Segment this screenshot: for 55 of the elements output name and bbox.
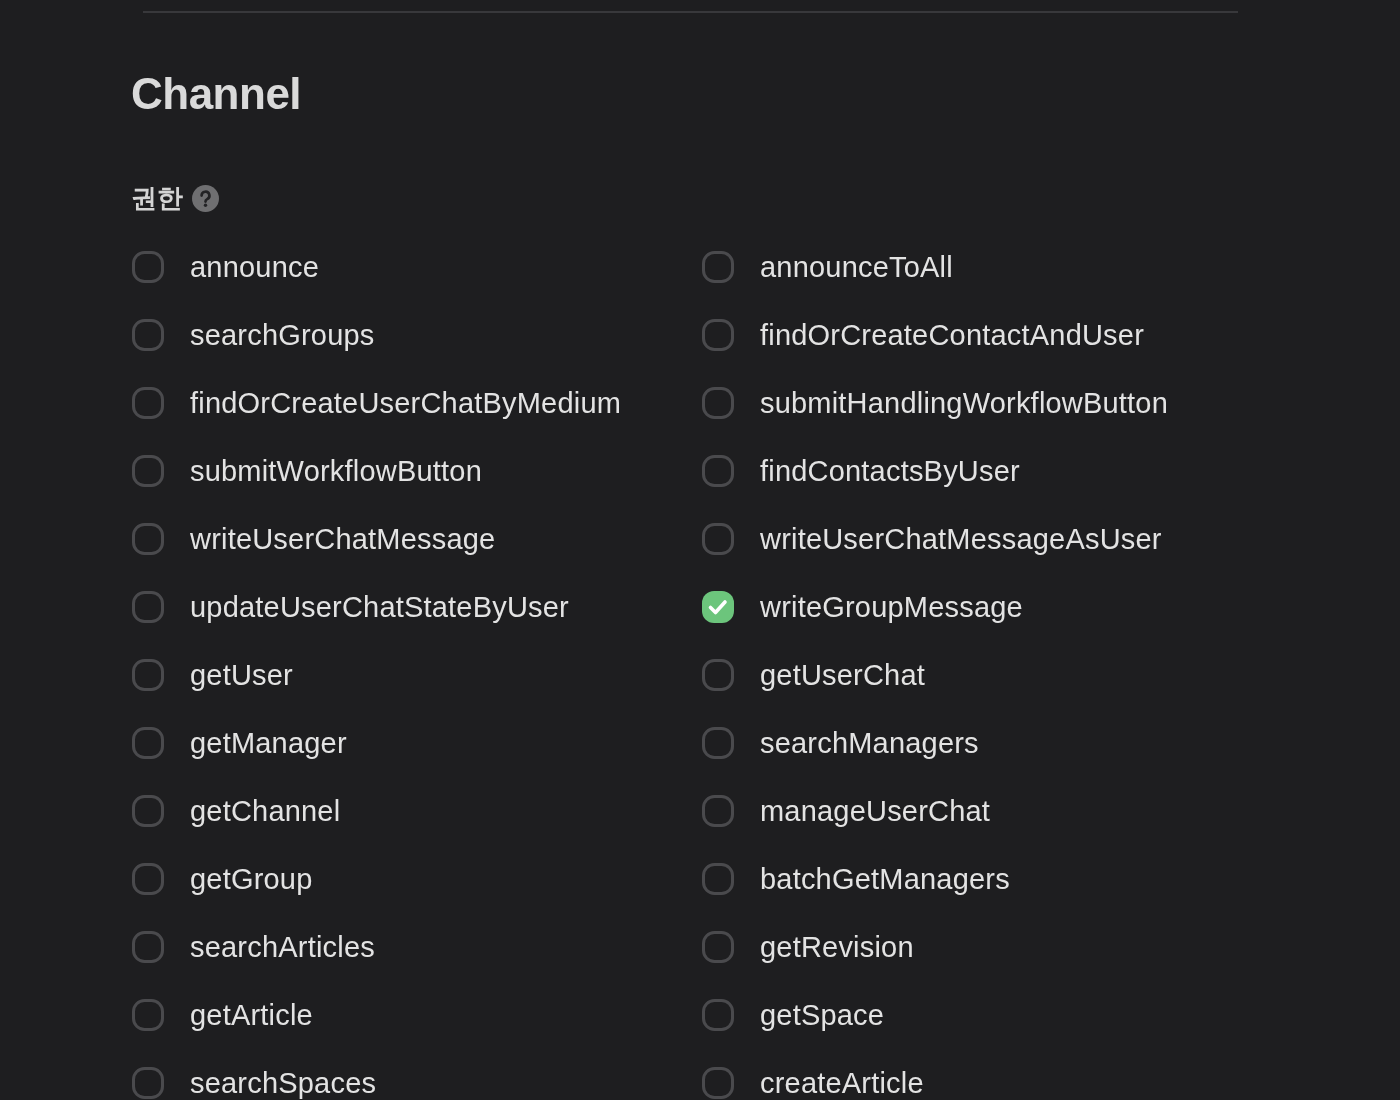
permission-label: getChannel	[190, 794, 341, 828]
permission-label: writeGroupMessage	[760, 590, 1023, 624]
permission-label: searchSpaces	[190, 1066, 377, 1100]
permission-label: writeUserChatMessageAsUser	[760, 522, 1162, 556]
checkbox[interactable]	[702, 931, 734, 963]
checkbox[interactable]	[702, 1067, 734, 1099]
permission-label: findContactsByUser	[760, 454, 1020, 488]
checkbox[interactable]	[702, 455, 734, 487]
permission-label: findOrCreateContactAndUser	[760, 318, 1144, 352]
permission-label: findOrCreateUserChatByMedium	[190, 386, 622, 420]
checkbox[interactable]	[132, 387, 164, 419]
permission-label: submitWorkflowButton	[190, 454, 482, 488]
checkbox[interactable]	[132, 795, 164, 827]
permission-label: getGroup	[190, 862, 313, 896]
checkbox[interactable]	[702, 523, 734, 555]
checkbox[interactable]	[702, 591, 734, 623]
permission-label: searchArticles	[190, 930, 375, 964]
checkbox[interactable]	[132, 659, 164, 691]
checkbox[interactable]	[702, 727, 734, 759]
permission-label: searchGroups	[190, 318, 375, 352]
permission-label: getUser	[190, 658, 293, 692]
permission-label: updateUserChatStateByUser	[190, 590, 569, 624]
checkbox[interactable]	[702, 795, 734, 827]
checkbox[interactable]	[132, 863, 164, 895]
permission-label: getUserChat	[760, 658, 925, 692]
checkbox[interactable]	[702, 863, 734, 895]
permission-label: createArticle	[760, 1066, 924, 1100]
permission-label: writeUserChatMessage	[190, 522, 496, 556]
permission-label: announce	[190, 250, 319, 284]
section-title: Channel	[131, 68, 302, 120]
checkbox[interactable]	[702, 387, 734, 419]
permission-label: announceToAll	[760, 250, 953, 284]
checkbox[interactable]	[702, 999, 734, 1031]
permission-label: batchGetManagers	[760, 862, 1010, 896]
permission-label: getArticle	[190, 998, 313, 1032]
permission-label: getManager	[190, 726, 347, 760]
checkbox[interactable]	[132, 1067, 164, 1099]
permission-label: searchManagers	[760, 726, 979, 760]
checkbox[interactable]	[702, 251, 734, 283]
permissions-label: 권한	[131, 183, 183, 213]
checkbox[interactable]	[132, 999, 164, 1031]
checkbox[interactable]	[132, 251, 164, 283]
checkbox[interactable]	[132, 727, 164, 759]
permission-label: getSpace	[760, 998, 885, 1032]
checkbox[interactable]	[132, 931, 164, 963]
checkbox[interactable]	[702, 659, 734, 691]
help-icon[interactable]	[192, 184, 219, 212]
permission-label: manageUserChat	[760, 794, 991, 828]
checkbox[interactable]	[132, 523, 164, 555]
checkbox[interactable]	[702, 319, 734, 351]
checkbox[interactable]	[132, 591, 164, 623]
permission-label: submitHandlingWorkflowButton	[760, 386, 1169, 420]
permission-label: getRevision	[760, 930, 914, 964]
checkbox[interactable]	[132, 319, 164, 351]
checkbox[interactable]	[132, 455, 164, 487]
